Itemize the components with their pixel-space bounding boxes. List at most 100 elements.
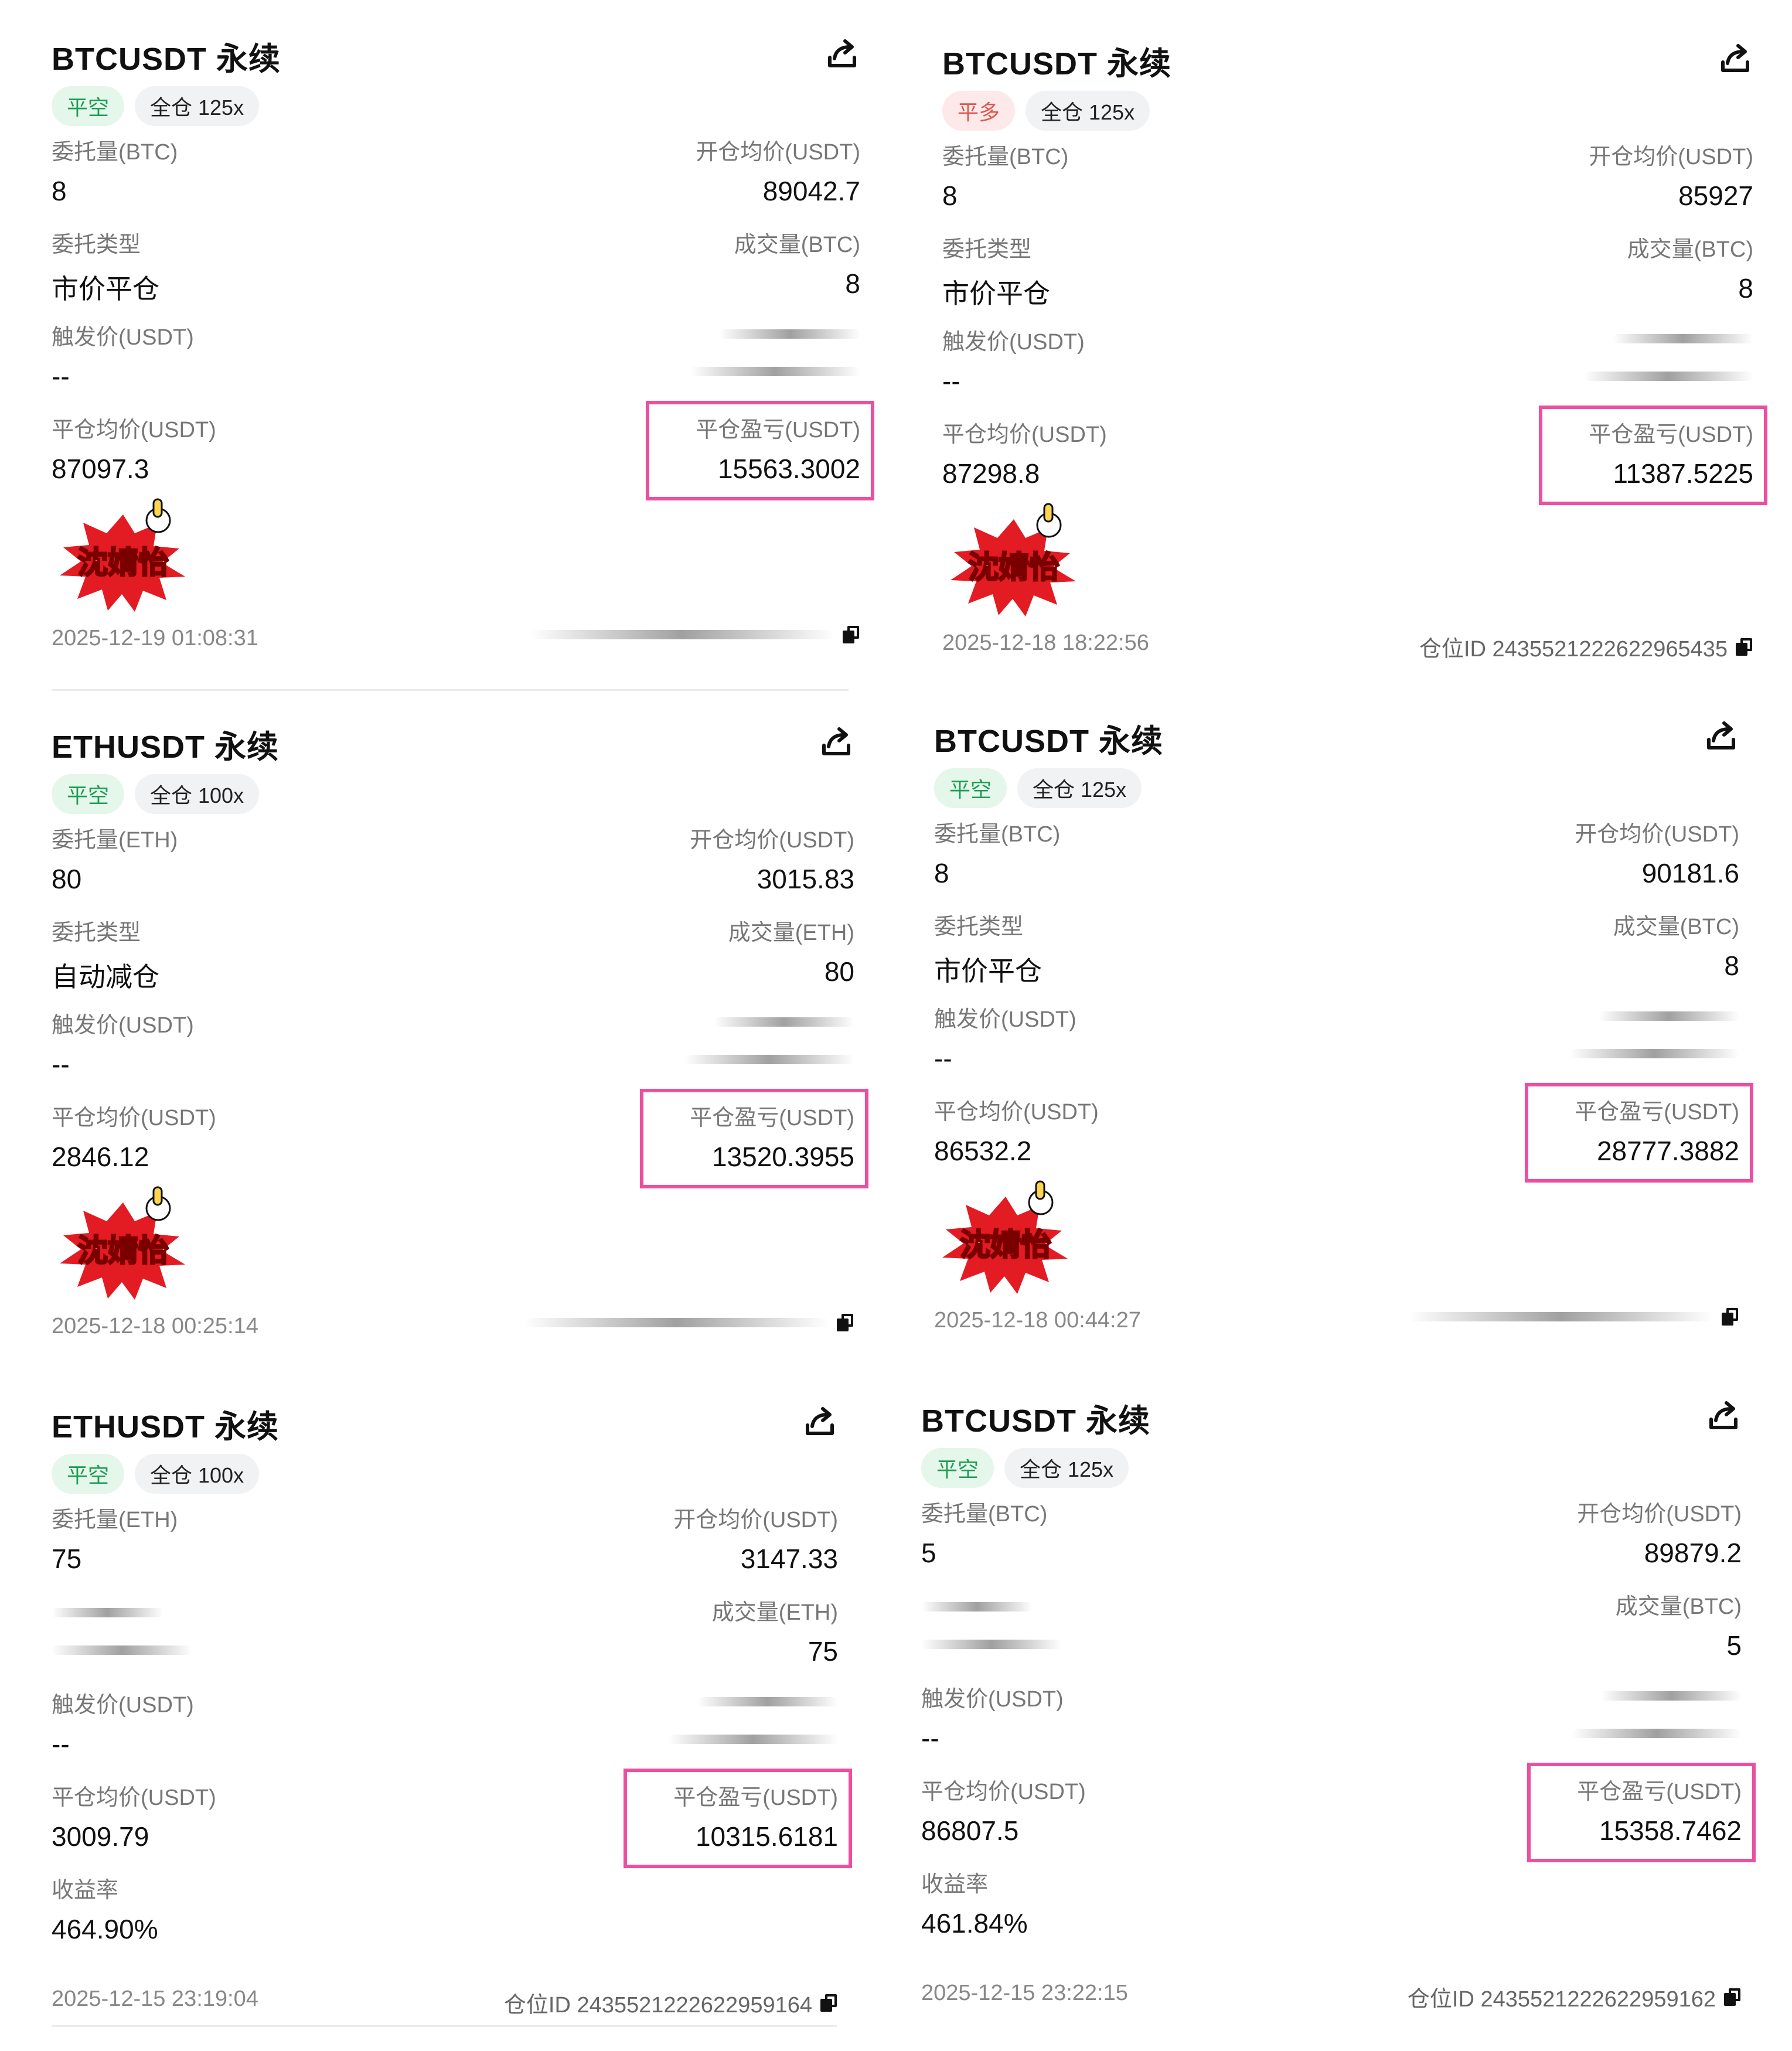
type-label: 委托类型: [52, 233, 141, 257]
share-icon[interactable]: [1705, 1397, 1742, 1433]
open-cell: 开仓均价(USDT) 85927: [1589, 138, 1753, 212]
qty-value: 80: [52, 864, 82, 894]
trigger-cell: 触发价(USDT) --: [942, 323, 1085, 397]
card-footer: 2025-12-18 00:44:27: [934, 1296, 1739, 1343]
qty-label: 委托量(BTC): [942, 145, 1069, 169]
qty-cell: 委托量(BTC) 8: [52, 134, 178, 207]
contract-title: BTCUSDT 永续: [921, 1403, 1150, 1439]
redacted-fee-value: [690, 367, 860, 376]
open-value: 3147.33: [740, 1544, 838, 1574]
share-icon[interactable]: [1703, 717, 1739, 754]
close-cell: 平仓均价(USDT) 86532.2: [934, 1093, 1099, 1167]
close-value: 86532.2: [934, 1136, 1032, 1166]
detail-row: 收益率 464.90%: [52, 1865, 838, 1957]
copy-icon[interactable]: [1736, 638, 1753, 656]
open-label: 开仓均价(USDT): [1577, 1502, 1742, 1527]
open-cell: 开仓均价(USDT) 90181.6: [1575, 816, 1739, 889]
close-cell: 平仓均价(USDT) 86807.5: [921, 1773, 1086, 1846]
detail-row: 平仓均价(USDT) 87097.3 平仓盈亏(USDT) 15563.3002: [52, 401, 874, 500]
copy-icon[interactable]: [837, 1314, 854, 1331]
share-icon[interactable]: [824, 35, 860, 71]
detail-row: 委托量(ETH) 80 开仓均价(USDT) 3015.83: [52, 815, 854, 907]
side-tag: 平空: [52, 86, 125, 126]
order-card: BTCUSDT 永续 平空 全仓 125x 委托量(BTC) 5 开仓均价(USDT) 89…: [921, 1395, 1756, 2016]
filled-label: 成交量(ETH): [728, 921, 854, 945]
close-value: 87298.8: [942, 458, 1040, 489]
position-id: [530, 626, 860, 643]
redacted-text: [52, 1608, 163, 1617]
card-footer: 2025-12-15 23:19:04 仓位ID 2435521222622959…: [52, 1975, 838, 2022]
share-icon[interactable]: [1717, 40, 1753, 76]
filled-cell: 成交量(BTC) 5: [1616, 1588, 1742, 1661]
redacted-position-id: [1409, 1312, 1713, 1321]
contract-title: BTCUSDT 永续: [52, 42, 281, 77]
redacted-fee-value: [684, 1055, 854, 1064]
tag-row: 平空 全仓 100x: [52, 1453, 838, 1494]
detail-row: 收益率 461.84%: [921, 1859, 1742, 1951]
trigger-value: --: [52, 1049, 70, 1079]
detail-row: 委托类型 市价平仓 成交量(BTC) 8: [934, 901, 1739, 994]
pnl-highlight-box: [1539, 406, 1767, 505]
trigger-cell: 触发价(USDT) --: [52, 1687, 194, 1760]
type-label: 委托类型: [942, 237, 1032, 262]
close-label: 平仓均价(USDT): [52, 1106, 216, 1130]
card-header: ETHUSDT 永续: [52, 721, 854, 774]
tag-row: 平多 全仓 125x: [942, 90, 1753, 131]
position-id: [1409, 1308, 1739, 1326]
card-footer: 2025-12-18 00:25:14: [52, 1302, 854, 1349]
watermark-sticker: 沈婧怡 沈婧怡: [47, 1185, 199, 1302]
card-header: BTCUSDT 永续: [934, 715, 1739, 768]
tag-row: 平空 全仓 125x: [921, 1447, 1742, 1488]
qty-cell: 委托量(BTC) 8: [934, 816, 1060, 889]
order-card: ETHUSDT 永续 平空 全仓 100x 委托量(ETH) 80 开仓均价(USDT) 3…: [52, 721, 868, 1349]
filled-cell: 成交量(ETH) 80: [728, 914, 854, 987]
pnl-highlight-box: [624, 1769, 852, 1868]
trigger-value: --: [934, 1043, 952, 1074]
copy-icon[interactable]: [1722, 1308, 1739, 1326]
open-cell: 开仓均价(USDT) 89042.7: [696, 134, 860, 207]
trigger-label: 触发价(USDT): [52, 1013, 194, 1038]
contract-title: BTCUSDT 永续: [942, 46, 1171, 81]
copy-icon[interactable]: [1724, 1988, 1742, 2006]
detail-row: 触发价(USDT) --: [52, 1000, 854, 1092]
detail-row: 委托量(BTC) 5 开仓均价(USDT) 89879.2: [921, 1488, 1742, 1581]
type-label: 委托类型: [934, 915, 1024, 939]
card-footer: 2025-12-15 23:22:15 仓位ID 2435521222622959…: [921, 1969, 1742, 2016]
filled-label: 成交量(BTC): [1613, 915, 1739, 939]
side-tag: 平多: [942, 91, 1016, 131]
close-cell: 平仓均价(USDT) 87097.3: [52, 411, 216, 485]
close-label: 平仓均价(USDT): [934, 1100, 1099, 1125]
order-card: BTCUSDT 永续 平多 全仓 125x 委托量(BTC) 8 开仓均价(USDT) 85…: [942, 38, 1767, 666]
detail-row: 触发价(USDT) --: [942, 316, 1753, 409]
share-icon[interactable]: [802, 1403, 838, 1439]
open-value: 85927: [1678, 180, 1753, 211]
trigger-value: --: [52, 1729, 70, 1759]
qty-label: 委托量(BTC): [52, 140, 178, 165]
redacted-fee-label: [720, 329, 860, 339]
qty-value: 5: [921, 1538, 936, 1568]
redacted-position-id: [530, 630, 834, 639]
redacted-fee-label: [697, 1697, 838, 1706]
side-tag: 平空: [921, 1448, 994, 1488]
filled-cell: 成交量(BTC) 8: [1627, 231, 1753, 304]
filled-value: 8: [845, 268, 860, 299]
trigger-label: 触发价(USDT): [921, 1687, 1064, 1712]
copy-icon[interactable]: [820, 1994, 838, 2012]
detail-row: 触发价(USDT) --: [934, 994, 1739, 1086]
detail-row: 平仓均价(USDT) 87298.8 平仓盈亏(USDT) 11387.5225: [942, 406, 1767, 505]
redacted-fee-value: [1569, 1049, 1739, 1058]
qty-value: 75: [52, 1544, 82, 1574]
copy-icon[interactable]: [843, 626, 860, 643]
qty-value: 8: [52, 176, 67, 206]
card-header: BTCUSDT 永续: [942, 38, 1753, 90]
filled-cell: 成交量(ETH) 75: [712, 1594, 838, 1667]
watermark-sticker: 沈婧怡 沈婧怡: [938, 502, 1090, 619]
share-icon[interactable]: [818, 723, 854, 759]
close-label: 平仓均价(USDT): [52, 418, 216, 442]
tag-row: 平空 全仓 100x: [52, 774, 854, 815]
close-label: 平仓均价(USDT): [52, 1786, 216, 1810]
timestamp: 2025-12-19 01:08:31: [52, 626, 258, 650]
filled-value: 80: [824, 956, 854, 987]
position-id: 仓位ID 2435521222622959162: [1408, 1981, 1742, 2013]
detail-row: 委托类型 市价平仓 成交量(BTC) 8: [52, 219, 860, 312]
